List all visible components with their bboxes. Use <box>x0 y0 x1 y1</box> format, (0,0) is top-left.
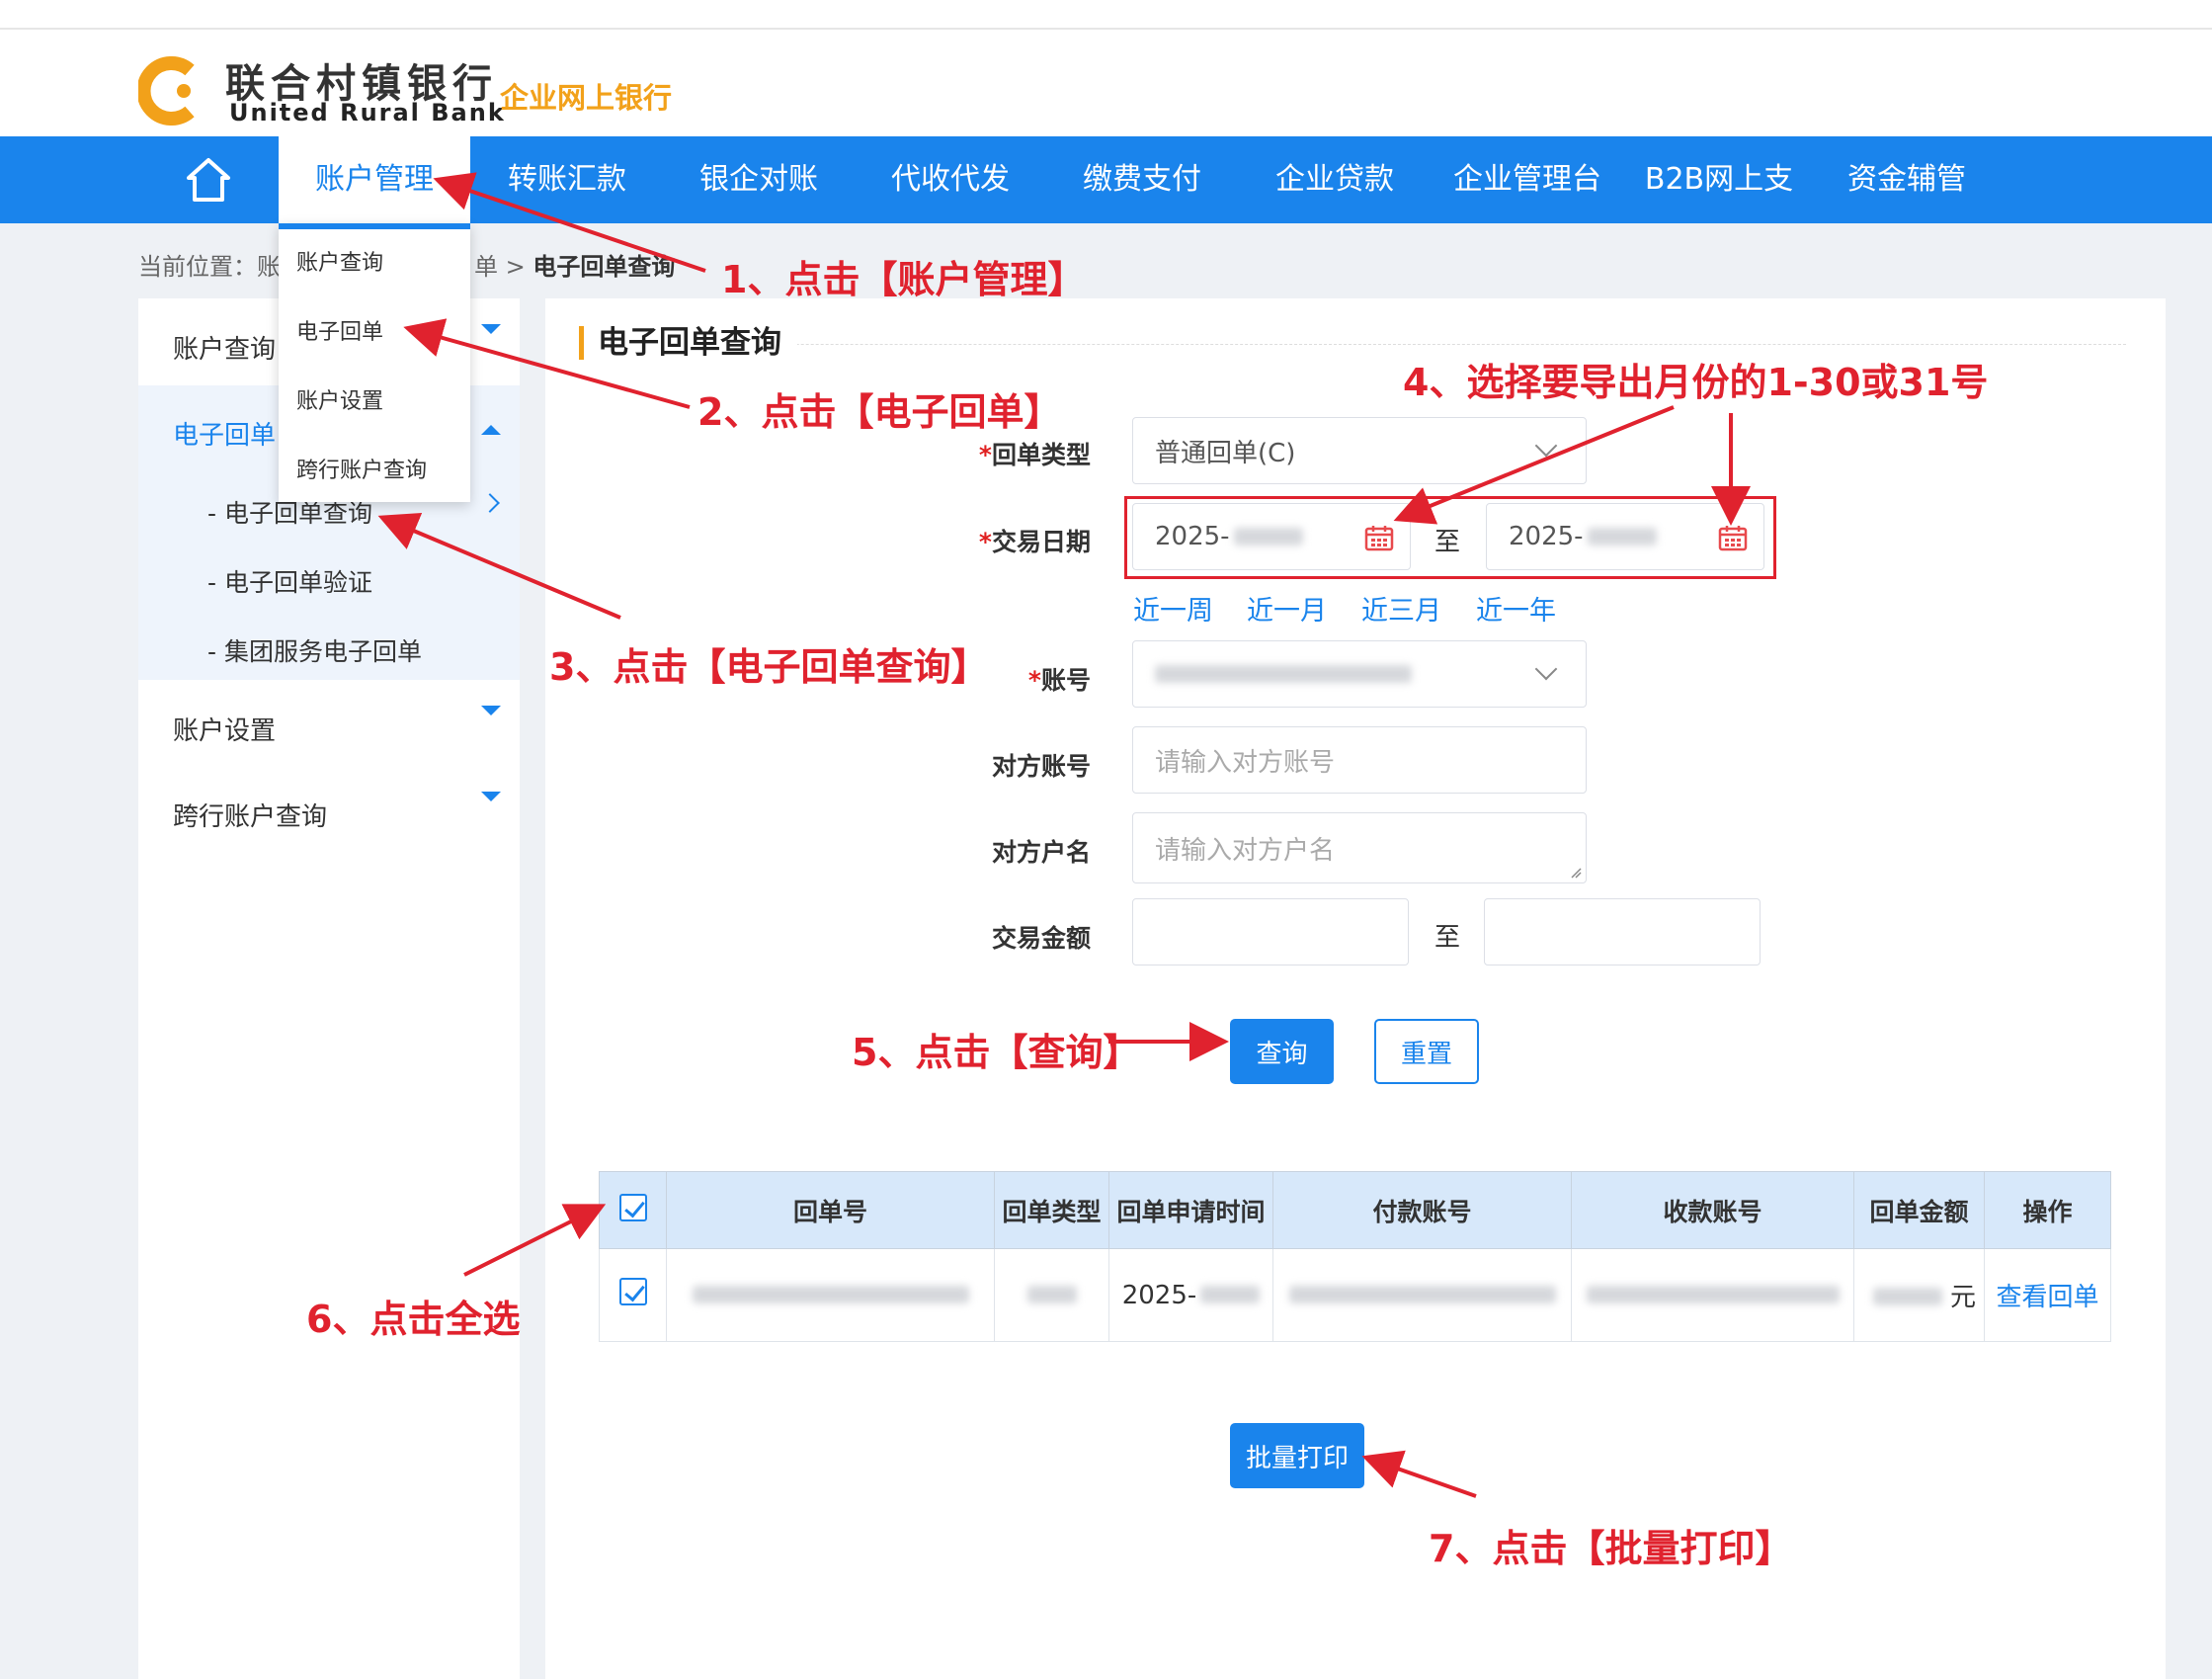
arrow-step-7 <box>1361 1450 1477 1498</box>
arrow-step-1 <box>433 172 706 273</box>
arrow-step-2 <box>403 318 691 409</box>
arrow-step-6 <box>463 1204 607 1277</box>
arrow-step-4a <box>1393 405 1675 525</box>
annotation-arrows <box>377 172 1751 1498</box>
arrow-step-3 <box>377 512 621 620</box>
